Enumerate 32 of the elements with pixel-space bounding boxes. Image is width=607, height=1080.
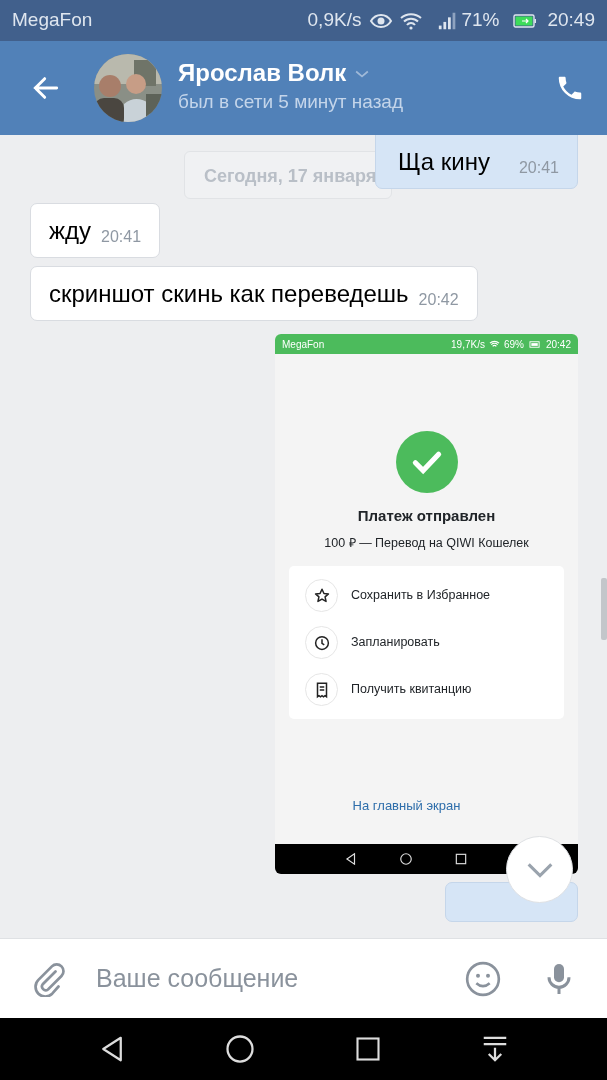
check-circle-icon: [395, 431, 458, 493]
contact-name[interactable]: Ярослав Волк: [178, 59, 347, 89]
action-label[interactable]: Запланировать: [351, 633, 440, 653]
last-seen-status: был в сети 5 минут назад: [178, 90, 404, 115]
message-time: 20:41: [517, 158, 559, 178]
message-text: жду: [49, 216, 92, 246]
battery-level: 69%: [503, 337, 524, 352]
recents-icon: [454, 852, 469, 866]
clock-time: 20:42: [545, 337, 571, 352]
message-text: Ща кину: [398, 147, 490, 177]
payment-subtitle: 100 ₽ — Перевод на QIWI Кошелек: [323, 534, 530, 552]
star-icon: [312, 586, 331, 605]
carrier-name: MegaFon: [12, 8, 93, 33]
clock-icon: [312, 633, 331, 652]
network-speed: 19,7K/s: [451, 337, 485, 352]
message-time: 20:42: [417, 290, 459, 310]
carrier-name: MegaFon: [282, 337, 325, 352]
action-label[interactable]: Получить квитанцию: [351, 680, 472, 700]
home-icon[interactable]: [225, 1034, 256, 1064]
payment-title: Платеж отправлен: [356, 506, 497, 526]
home-icon: [398, 852, 413, 866]
clock-time: 20:49: [547, 8, 595, 33]
network-speed: 0,9K/s: [307, 8, 362, 33]
back-icon: [343, 852, 358, 866]
battery-level: 71%: [461, 8, 500, 33]
battery-icon: [527, 338, 542, 350]
scrollbar: [601, 578, 607, 640]
action-label[interactable]: Сохранить в Избранное: [351, 586, 491, 606]
recents-icon[interactable]: [353, 1035, 382, 1063]
home-screen-link[interactable]: На главный экран: [275, 796, 538, 816]
message-text: скриншот скинь как переведешь: [49, 279, 409, 309]
message-time: 20:41: [100, 227, 142, 247]
